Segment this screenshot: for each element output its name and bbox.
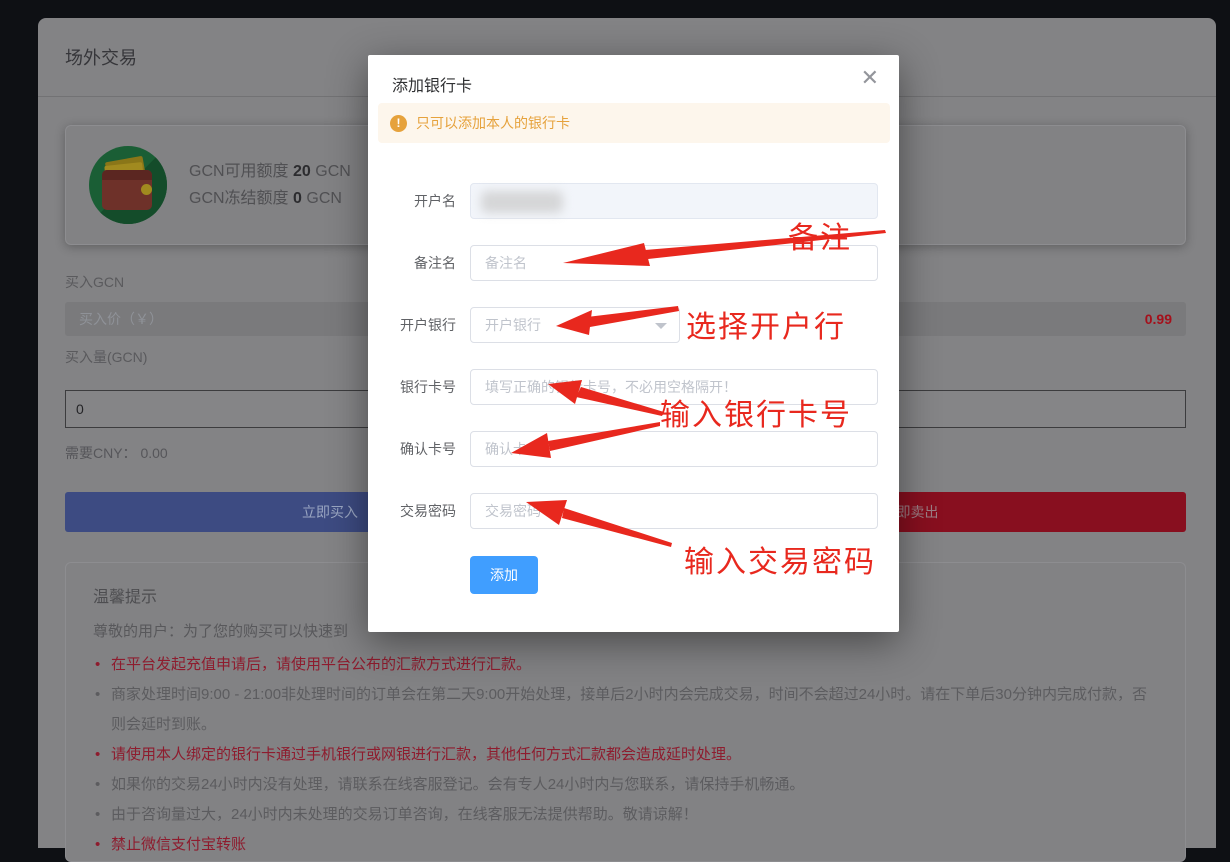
add-button[interactable]: 添加 — [470, 556, 538, 594]
wallet-icon — [89, 146, 167, 224]
frozen-balance-line: GCN冻结额度 0 GCN — [189, 185, 351, 212]
add-bank-card-dialog: 添加银行卡 ✕ ! 只可以添加本人的银行卡 开户名 备注名 开户银行 开户银行 … — [368, 55, 899, 632]
dialog-title: 添加银行卡 — [392, 72, 472, 96]
frozen-balance-value: 0 — [293, 190, 302, 207]
tip-item: 由于咨询量过大，24小时内未处理的交易订单咨询，在线客服无法提供帮助。敬请谅解！ — [93, 800, 1158, 830]
buy-price-placeholder: 买入价（￥） — [79, 309, 163, 329]
confirm-card-label: 确认卡号 — [368, 439, 456, 459]
redacted-name — [481, 191, 563, 213]
buy-section-label: 买入GCN — [65, 272, 124, 292]
tip-item: 商家处理时间9:00 - 21:00非处理时间的订单会在第二天9:00开始处理，… — [93, 680, 1158, 740]
balance-text: GCN可用额度 20 GCN GCN冻结额度 0 GCN — [189, 158, 351, 212]
tip-item: 禁止微信支付宝转账 — [93, 830, 1158, 860]
sell-price-value: 0.99 — [1145, 311, 1172, 327]
available-balance-line: GCN可用额度 20 GCN — [189, 158, 351, 185]
tips-list: 在平台发起充值申请后，请使用平台公布的汇款方式进行汇款。 商家处理时间9:00 … — [93, 650, 1158, 860]
need-cny-text: 需要CNY： 0.00 — [65, 443, 168, 463]
bank-label: 开户银行 — [368, 315, 456, 335]
tip-item: 请使用本人绑定的银行卡通过手机银行或网银进行汇款，其他任何方式汇款都会造成延时处… — [93, 740, 1158, 770]
trade-password-input[interactable] — [470, 493, 878, 529]
warning-text: 只可以添加本人的银行卡 — [416, 113, 570, 133]
close-icon[interactable]: ✕ — [861, 67, 879, 89]
available-balance-value: 20 — [293, 163, 311, 180]
bank-select-placeholder: 开户银行 — [485, 315, 541, 335]
warning-icon: ! — [390, 115, 407, 132]
card-number-label: 银行卡号 — [368, 377, 456, 397]
card-number-input[interactable] — [470, 369, 878, 405]
bank-select[interactable]: 开户银行 — [470, 307, 680, 343]
account-name-field — [470, 183, 878, 219]
warning-banner: ! 只可以添加本人的银行卡 — [378, 103, 890, 143]
remark-name-label: 备注名 — [368, 253, 456, 273]
tip-item: 在平台发起充值申请后，请使用平台公布的汇款方式进行汇款。 — [93, 650, 1158, 680]
tip-item: 如果你的交易24小时内没有处理，请联系在线客服登记。会有专人24小时内与您联系，… — [93, 770, 1158, 800]
remark-name-input[interactable] — [470, 245, 878, 281]
chevron-down-icon — [655, 323, 667, 329]
trade-password-label: 交易密码 — [368, 501, 456, 521]
confirm-card-input[interactable] — [470, 431, 878, 467]
account-name-label: 开户名 — [368, 191, 456, 211]
buy-amount-label: 买入量(GCN) — [65, 347, 147, 367]
